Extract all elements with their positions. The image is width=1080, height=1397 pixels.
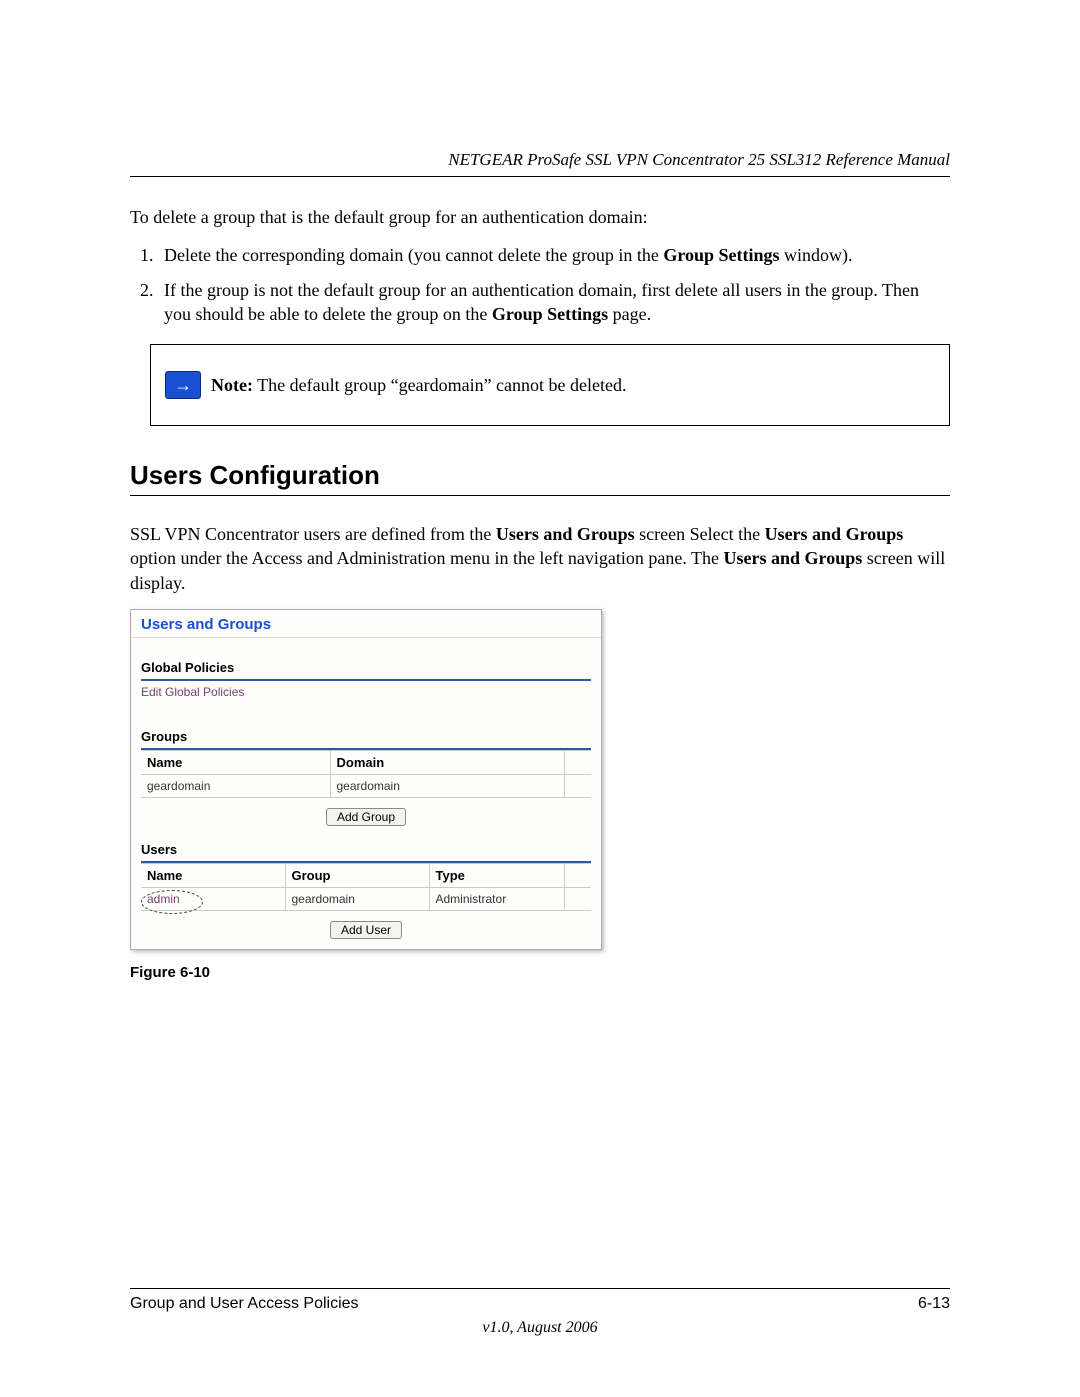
steps-list: Delete the corresponding domain (you can… [130, 243, 950, 326]
group-name-link[interactable]: geardomain [141, 775, 330, 798]
footer-section-title: Group and User Access Policies [130, 1295, 359, 1313]
col-domain: Domain [330, 751, 564, 775]
global-policies-header: Global Policies [141, 660, 591, 677]
group-domain-cell: geardomain [330, 775, 564, 798]
note-text: Note: The default group “geardomain” can… [211, 375, 627, 396]
groups-table-header-row: Name Domain [141, 751, 591, 775]
note-callout: → Note: The default group “geardomain” c… [150, 344, 950, 426]
manual-page: NETGEAR ProSafe SSL VPN Concentrator 25 … [0, 0, 1080, 1397]
users-groups-screenshot: Users and Groups Global Policies Edit Gl… [130, 609, 602, 950]
para-bold-3: Users and Groups [724, 548, 863, 568]
user-name-link[interactable]: admin [147, 892, 180, 906]
page-footer: Group and User Access Policies 6-13 v1.0… [130, 1288, 950, 1337]
col-type: Type [429, 864, 564, 888]
para-seg-2: screen Select the [635, 524, 765, 544]
col-group: Group [285, 864, 429, 888]
users-config-paragraph: SSL VPN Concentrator users are defined f… [130, 522, 950, 595]
note-body: The default group “geardomain” cannot be… [253, 375, 627, 395]
footer-version: v1.0, August 2006 [130, 1319, 950, 1337]
note-label: Note: [211, 375, 253, 395]
step-1-text-c: window). [780, 245, 853, 265]
col-action-empty [564, 864, 591, 888]
col-name: Name [141, 864, 285, 888]
groups-table-row: geardomain geardomain [141, 775, 591, 798]
para-bold-1: Users and Groups [496, 524, 635, 544]
users-table: Name Group Type admin geardomain Adminis… [141, 863, 591, 911]
running-header: NETGEAR ProSafe SSL VPN Concentrator 25 … [130, 150, 950, 177]
step-2-bold: Group Settings [492, 304, 608, 324]
user-group-cell: geardomain [285, 888, 429, 911]
para-seg-3: option under the Access and Administrati… [130, 548, 724, 568]
user-type-cell: Administrator [429, 888, 564, 911]
panel-title: Users and Groups [131, 610, 601, 638]
step-1-bold: Group Settings [663, 245, 779, 265]
step-2-text-c: page. [608, 304, 651, 324]
group-action-cell [564, 775, 591, 798]
footer-page-number: 6-13 [918, 1295, 950, 1313]
note-arrow-icon: → [165, 371, 201, 399]
section-heading-users-config: Users Configuration [130, 460, 950, 496]
col-action-empty [564, 751, 591, 775]
user-name-cell: admin [141, 888, 285, 911]
edit-global-policies-link[interactable]: Edit Global Policies [141, 681, 591, 711]
groups-header: Groups [141, 729, 591, 746]
para-seg-1: SSL VPN Concentrator users are defined f… [130, 524, 496, 544]
para-bold-2: Users and Groups [765, 524, 904, 544]
add-group-button[interactable]: Add Group [326, 808, 406, 826]
step-1: Delete the corresponding domain (you can… [158, 243, 950, 267]
users-header: Users [141, 842, 591, 859]
intro-text: To delete a group that is the default gr… [130, 205, 950, 229]
figure-caption: Figure 6-10 [130, 964, 950, 981]
add-user-button[interactable]: Add User [330, 921, 402, 939]
step-2: If the group is not the default group fo… [158, 278, 950, 327]
groups-table: Name Domain geardomain geardomain [141, 750, 591, 798]
col-name: Name [141, 751, 330, 775]
users-table-row: admin geardomain Administrator [141, 888, 591, 911]
step-1-text-a: Delete the corresponding domain (you can… [164, 245, 663, 265]
users-table-header-row: Name Group Type [141, 864, 591, 888]
user-action-cell [564, 888, 591, 911]
